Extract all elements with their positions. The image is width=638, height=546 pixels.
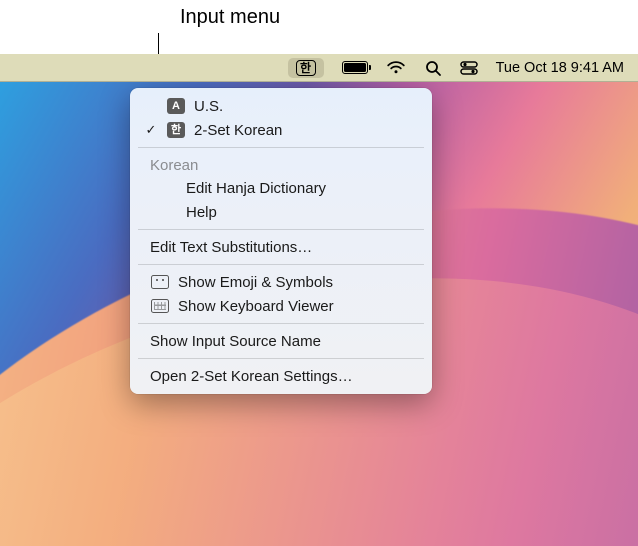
menu-item-edit-hanja[interactable]: Edit Hanja Dictionary xyxy=(130,176,432,200)
checkmark-icon: ✓ xyxy=(144,122,158,138)
menu-item-show-emoji[interactable]: Show Emoji & Symbols xyxy=(130,270,432,294)
wifi-icon xyxy=(386,60,406,75)
menubar-control-center[interactable] xyxy=(460,54,478,81)
menu-item-open-settings[interactable]: Open 2-Set Korean Settings… xyxy=(130,364,432,388)
menu-separator xyxy=(138,323,424,324)
menu-item-label: Show Emoji & Symbols xyxy=(178,274,418,291)
menu-separator xyxy=(138,264,424,265)
control-center-icon xyxy=(460,61,478,75)
menubar-input-menu[interactable]: 한 xyxy=(288,54,324,81)
desktop-background: A U.S. ✓ 한 2-Set Korean Korean Edit Hanj… xyxy=(0,82,638,546)
menubar-spotlight[interactable] xyxy=(424,54,442,81)
us-keyboard-icon: A xyxy=(167,98,185,114)
menu-item-edit-text-substitutions[interactable]: Edit Text Substitutions… xyxy=(130,235,432,259)
menu-item-source-us[interactable]: A U.S. xyxy=(130,94,432,118)
input-menu-icon: 한 xyxy=(296,60,316,76)
search-icon xyxy=(424,59,442,77)
menu-item-show-keyboard-viewer[interactable]: Show Keyboard Viewer xyxy=(130,294,432,318)
menu-item-source-2set-korean[interactable]: ✓ 한 2-Set Korean xyxy=(130,118,432,142)
menu-separator xyxy=(138,358,424,359)
menu-item-help[interactable]: Help xyxy=(130,200,432,224)
menubar: 한 Tue Oct 18 9:41 AM xyxy=(0,54,638,82)
annotation-label: Input menu xyxy=(180,6,280,29)
keyboard-icon xyxy=(151,299,169,313)
menu-item-label: Help xyxy=(186,204,418,221)
menubar-battery[interactable] xyxy=(342,54,368,81)
menubar-wifi[interactable] xyxy=(386,54,406,81)
menu-item-show-input-source-name[interactable]: Show Input Source Name xyxy=(130,329,432,353)
menu-item-label: Edit Hanja Dictionary xyxy=(186,180,418,197)
annotation-area: Input menu xyxy=(0,0,638,54)
emoji-icon xyxy=(151,275,169,289)
korean-keyboard-icon: 한 xyxy=(167,122,185,138)
menu-item-label: Show Keyboard Viewer xyxy=(178,298,418,315)
menu-item-label: Show Input Source Name xyxy=(150,333,418,350)
menubar-datetime[interactable]: Tue Oct 18 9:41 AM xyxy=(496,54,624,81)
menu-item-label: U.S. xyxy=(194,98,418,115)
menu-separator xyxy=(138,229,424,230)
menu-section-header: Korean xyxy=(130,153,432,176)
input-menu-dropdown: A U.S. ✓ 한 2-Set Korean Korean Edit Hanj… xyxy=(130,88,432,394)
battery-icon xyxy=(342,61,368,74)
menu-item-label: Edit Text Substitutions… xyxy=(150,239,418,256)
menu-item-label: 2-Set Korean xyxy=(194,122,418,139)
menu-separator xyxy=(138,147,424,148)
menu-item-label: Open 2-Set Korean Settings… xyxy=(150,368,418,385)
